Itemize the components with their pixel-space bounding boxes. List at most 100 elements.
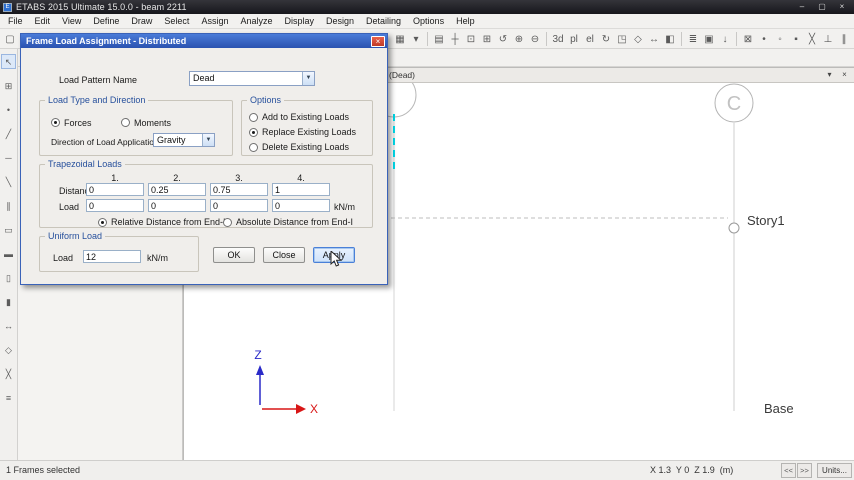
draw-link-icon[interactable]: ↔	[1, 318, 16, 333]
replace-existing-radio[interactable]	[249, 128, 258, 137]
zoom-in-icon[interactable]: ⊕	[511, 31, 527, 47]
menu-design[interactable]: Design	[320, 14, 360, 29]
etabs-window: E ETABS 2015 Ultimate 15.0.0 - beam 2211…	[0, 0, 854, 480]
delete-existing-radio[interactable]	[249, 143, 258, 152]
perspective-toggle-icon[interactable]: ◇	[630, 31, 646, 47]
close-button[interactable]: ×	[832, 0, 852, 14]
display-options-dropdown-icon[interactable]: ▾	[408, 31, 424, 47]
snap-options-icon[interactable]: ≡	[1, 390, 16, 405]
menu-draw[interactable]: Draw	[125, 14, 158, 29]
display-options-icon[interactable]: ▦	[392, 31, 408, 47]
toolbar-group-view: ▦ ▾ ▤ ┼ ⊡ ⊞ ↺ ⊕ ⊖ 3d pl el ↻ ◳ ◇ ↔ ◧ ≣ ▣ ↓ ⊠ • ◦ ▪ ╳ ⊥ ∥	[392, 31, 852, 47]
draw-dimension-icon[interactable]: ◇	[1, 342, 16, 357]
menu-assign[interactable]: Assign	[195, 14, 234, 29]
trap-load-input-1[interactable]	[86, 199, 144, 212]
view-menu-icon[interactable]: ▾	[823, 69, 836, 82]
show-loads-icon[interactable]: ↓	[717, 31, 733, 47]
minimize-button[interactable]: –	[792, 0, 812, 14]
distance-input-2[interactable]	[148, 183, 206, 196]
menu-display[interactable]: Display	[278, 14, 320, 29]
draw-frame-icon[interactable]: ╱	[1, 126, 16, 141]
draw-joint-icon[interactable]: •	[1, 102, 16, 117]
forces-radio[interactable]	[51, 118, 60, 127]
snap-intersections-icon[interactable]: ╳	[804, 31, 820, 47]
draw-grid-icon[interactable]: ╳	[1, 366, 16, 381]
snap-ends-icon[interactable]: ▪	[788, 31, 804, 47]
distance-input-3[interactable]	[210, 183, 268, 196]
apply-button[interactable]: Apply	[313, 247, 355, 263]
absolute-distance-radio[interactable]	[223, 218, 232, 227]
previous-zoom-icon[interactable]: ↺	[495, 31, 511, 47]
uniform-load-unit: kN/m	[147, 253, 168, 263]
elevation-view-icon[interactable]: el	[582, 31, 598, 47]
axis-z-arrowhead	[256, 365, 264, 375]
snap-midpoints-icon[interactable]: ◦	[772, 31, 788, 47]
view-close-icon[interactable]: ×	[838, 69, 851, 82]
draw-floor-icon[interactable]: ▭	[1, 222, 16, 237]
uniform-load-input[interactable]	[83, 250, 141, 263]
dialog-title[interactable]: Frame Load Assignment - Distributed	[21, 34, 387, 48]
nav-forward-button[interactable]: >>	[797, 463, 812, 478]
quick-draw-brace-icon[interactable]: ╲	[1, 174, 16, 189]
reshape-object-icon[interactable]: ⊞	[1, 78, 16, 93]
menu-detailing[interactable]: Detailing	[360, 14, 407, 29]
axis-z-label: Z	[254, 348, 261, 362]
plan-view-icon[interactable]: pl	[566, 31, 582, 47]
column-header-2: 2.	[173, 173, 181, 183]
menu-select[interactable]: Select	[158, 14, 195, 29]
menu-analyze[interactable]: Analyze	[234, 14, 278, 29]
relative-distance-radio[interactable]	[98, 218, 107, 227]
load-row-label: Load	[59, 202, 80, 212]
uniform-load-group-label: Uniform Load	[45, 231, 106, 241]
view-limits-icon[interactable]: ◧	[662, 31, 678, 47]
show-selection-icon[interactable]: ≣	[685, 31, 701, 47]
menu-view[interactable]: View	[56, 14, 87, 29]
nav-back-button[interactable]: <<	[781, 463, 796, 478]
menu-options[interactable]: Options	[407, 14, 450, 29]
distance-input-1[interactable]	[86, 183, 144, 196]
new-model-icon[interactable]: ▢	[2, 31, 18, 47]
object-shrink-toggle-icon[interactable]: ◳	[614, 31, 630, 47]
forces-label: Forces	[64, 118, 92, 128]
restore-full-view-icon[interactable]: ⊞	[479, 31, 495, 47]
load-pattern-dropdown[interactable]: Dead ▼	[189, 71, 315, 86]
trap-load-input-2[interactable]	[148, 199, 206, 212]
3d-view-icon[interactable]: 3d	[550, 31, 566, 47]
toolbar-separator	[736, 32, 737, 46]
story1-label: Story1	[747, 213, 785, 228]
close-dialog-button[interactable]: Close	[263, 247, 305, 263]
direction-dropdown[interactable]: Gravity ▼	[153, 133, 215, 147]
menu-bar: File Edit View Define Draw Select Assign Analyz…	[0, 14, 854, 29]
trap-load-input-4[interactable]	[272, 199, 330, 212]
ok-button[interactable]: OK	[213, 247, 255, 263]
trap-load-input-3[interactable]	[210, 199, 268, 212]
quick-draw-wall-icon[interactable]: ▮	[1, 294, 16, 309]
assign-display-icon[interactable]: ▣	[701, 31, 717, 47]
snap-joints-icon[interactable]: •	[756, 31, 772, 47]
snap-perpendicular-icon[interactable]: ⊥	[820, 31, 836, 47]
snap-parallel-icon[interactable]: ∥	[836, 31, 852, 47]
moments-radio[interactable]	[121, 118, 130, 127]
menu-edit[interactable]: Edit	[29, 14, 57, 29]
units-dropdown[interactable]: Units...	[817, 463, 852, 478]
zoom-out-icon[interactable]: ⊖	[527, 31, 543, 47]
distance-input-4[interactable]	[272, 183, 330, 196]
quick-draw-floor-icon[interactable]: ▬	[1, 246, 16, 261]
add-existing-radio[interactable]	[249, 113, 258, 122]
relative-distance-label: Relative Distance from End-I	[111, 217, 226, 227]
dialog-close-icon[interactable]: ×	[371, 35, 385, 47]
select-pointer-icon[interactable]: ↖	[1, 54, 16, 69]
menu-file[interactable]: File	[2, 14, 29, 29]
draw-wall-icon[interactable]: ▯	[1, 270, 16, 285]
snap-grid-icon[interactable]: ⊠	[740, 31, 756, 47]
print-graphics-icon[interactable]: ▤	[431, 31, 447, 47]
quick-draw-beam-icon[interactable]: ─	[1, 150, 16, 165]
quick-draw-secondary-beams-icon[interactable]: ∥	[1, 198, 16, 213]
pan-icon[interactable]: ┼	[447, 31, 463, 47]
maximize-button[interactable]: ▢	[812, 0, 832, 14]
menu-define[interactable]: Define	[87, 14, 125, 29]
rubber-band-zoom-icon[interactable]: ⊡	[463, 31, 479, 47]
move-view-icon[interactable]: ↔	[646, 31, 662, 47]
rotate-3d-view-icon[interactable]: ↻	[598, 31, 614, 47]
menu-help[interactable]: Help	[450, 14, 481, 29]
